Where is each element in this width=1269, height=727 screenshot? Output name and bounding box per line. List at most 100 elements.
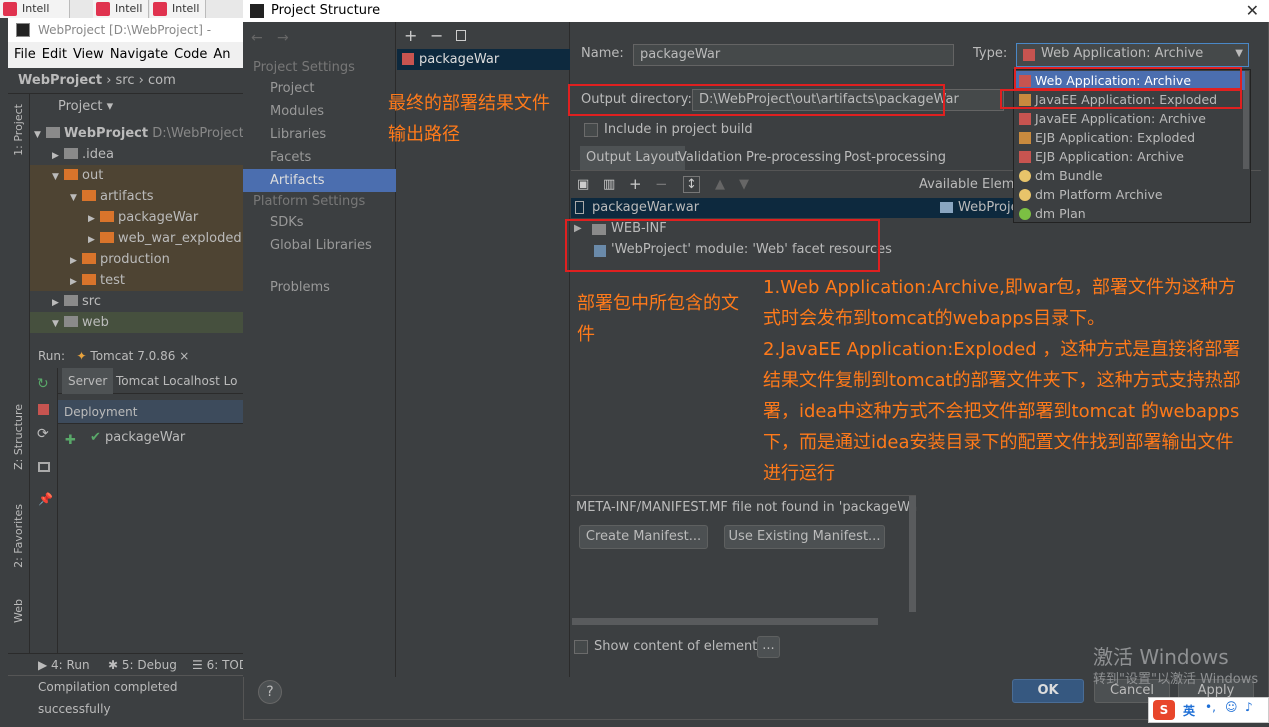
highlight-contents [565, 219, 880, 272]
annotation-output-dir: 最终的部署结果文件 输出路径 [388, 93, 550, 145]
taskbar-tab[interactable]: Intell [93, 0, 149, 18]
tab-post-processing[interactable]: Post-processing [838, 146, 952, 170]
dropdown-option[interactable]: EJB Application: Exploded [1015, 128, 1245, 147]
update-icon[interactable]: ⟳ [37, 426, 49, 442]
annotation-line: 进行运行 [763, 463, 835, 484]
mic-icon[interactable]: ♪ [1245, 700, 1253, 714]
nav-problems[interactable]: Problems [243, 276, 396, 299]
dropdown-option[interactable]: dm Platform Archive [1015, 185, 1245, 204]
remove-icon[interactable]: − [655, 175, 668, 193]
ok-button[interactable]: OK [1012, 679, 1084, 703]
create-manifest-button[interactable]: Create Manifest... [579, 525, 708, 549]
down-icon[interactable]: ▼ [739, 177, 749, 192]
tool-tab-run[interactable]: ▶ 4: Run [38, 654, 90, 676]
menu-file[interactable]: File [14, 47, 36, 62]
tree-node[interactable]: ▶ .idea [30, 144, 243, 165]
menu-view[interactable]: View [73, 47, 104, 62]
nav-modules[interactable]: Modules [243, 100, 396, 123]
sogou-icon[interactable]: S [1153, 700, 1175, 720]
menu-navigate[interactable]: Navigate [110, 47, 168, 62]
archive-icon[interactable]: ▥ [603, 177, 615, 192]
tab-validation[interactable]: Validation [672, 146, 748, 170]
annotation-line: 2.JavaEE Application:Exploded ，这种方式是直接将部… [763, 339, 1241, 360]
close-icon[interactable]: ✕ [1246, 0, 1259, 22]
tool-tab-project[interactable]: 1: Project [12, 104, 25, 156]
tomcat-icon: ✦ [76, 349, 87, 363]
breadcrumb-item[interactable]: com [148, 73, 176, 88]
tab-server[interactable]: Server [62, 368, 114, 394]
stop-icon[interactable] [38, 404, 49, 415]
tool-tab-web[interactable]: Web [12, 599, 25, 623]
tool-tab-favorites[interactable]: 2: Favorites [12, 504, 25, 568]
add-icon[interactable]: + [404, 26, 417, 45]
show-content-checkbox[interactable] [574, 640, 588, 654]
tree-node[interactable]: ▼ out [30, 165, 243, 186]
highlight-exploded-option [1000, 89, 1242, 109]
dropdown-option[interactable]: JavaEE Application: Archive [1015, 109, 1245, 128]
include-build-checkbox[interactable] [584, 123, 598, 137]
breadcrumb-item[interactable]: src [116, 73, 135, 88]
taskbar-tab[interactable]: Intell [150, 0, 206, 18]
dropdown-option[interactable]: dm Bundle [1015, 166, 1245, 185]
new-folder-icon[interactable]: ▣ [577, 177, 589, 192]
taskbar-tab[interactable]: Intell [0, 0, 70, 18]
tab-pre-processing[interactable]: Pre-processing [740, 146, 847, 170]
run-config-tab[interactable]: Tomcat 7.0.86 [90, 349, 175, 363]
nav-global-libraries[interactable]: Global Libraries [243, 234, 396, 257]
pin-icon[interactable]: 📌 [38, 492, 53, 506]
project-panel-header[interactable]: Project ▾ [30, 94, 243, 120]
dm-plan-icon [1019, 208, 1031, 220]
dropdown-option[interactable]: dm Plan [1015, 204, 1245, 223]
emoji-icon[interactable]: ☺ [1225, 700, 1238, 714]
tree-node[interactable]: ▶ test [30, 270, 243, 291]
punct-icon[interactable]: •, [1205, 700, 1216, 714]
manifest-message: META-INF/MANIFEST.MF file not found in '… [576, 500, 918, 515]
menu-edit[interactable]: Edit [42, 47, 67, 62]
tree-node[interactable]: ▶ packageWar [30, 207, 243, 228]
layout-icon[interactable] [38, 462, 50, 472]
run-toolbar: ↻ ⟳ 📌 [30, 368, 58, 653]
nav-artifacts[interactable]: Artifacts [243, 169, 396, 192]
highlight-output-dir [568, 84, 945, 116]
nav-sdks[interactable]: SDKs [243, 211, 396, 234]
ime-lang[interactable]: 英 [1183, 702, 1195, 719]
nav-project[interactable]: Project [243, 77, 396, 100]
intellij-icon [96, 2, 110, 16]
add-icon[interactable]: + [629, 175, 642, 193]
tab-tomcat-log[interactable]: Tomcat Localhost Lo [116, 368, 237, 394]
back-arrow-icon[interactable]: ← [251, 30, 263, 46]
tool-tab-structure[interactable]: Z: Structure [12, 404, 25, 470]
sort-icon[interactable]: ↕ [683, 176, 700, 193]
tree-node[interactable]: ▶ production [30, 249, 243, 270]
use-existing-manifest-button[interactable]: Use Existing Manifest... [724, 525, 885, 549]
breadcrumb-item[interactable]: WebProject [18, 73, 102, 88]
menu-code[interactable]: Code [174, 47, 207, 62]
copy-icon[interactable] [456, 30, 466, 41]
vertical-scrollbar[interactable] [909, 496, 916, 612]
show-content-options-button[interactable]: ... [757, 636, 780, 658]
deployment-item[interactable]: ✔ packageWar [90, 428, 185, 448]
help-button[interactable]: ? [258, 680, 282, 704]
rerun-icon[interactable]: ↻ [37, 376, 49, 392]
deploy-icon[interactable]: ✚ [65, 433, 76, 448]
tree-node[interactable]: ▼ artifacts [30, 186, 243, 207]
type-select[interactable]: Web Application: Archive ▼ [1016, 43, 1249, 67]
tool-tab-todo[interactable]: ☰ 6: TOD [192, 654, 248, 676]
tree-node[interactable]: ▶ web_war_exploded [30, 228, 243, 249]
nav-facets[interactable]: Facets [243, 146, 396, 169]
tool-tab-debug[interactable]: ✱ 5: Debug [108, 654, 177, 676]
tree-node[interactable]: ▼ WebProject D:\WebProject [30, 123, 243, 144]
dm-icon [1019, 170, 1031, 182]
forward-arrow-icon[interactable]: → [277, 30, 289, 46]
dropdown-option[interactable]: EJB Application: Archive [1015, 147, 1245, 166]
horizontal-scrollbar[interactable] [572, 618, 878, 625]
menu-analyze[interactable]: An [213, 47, 230, 62]
nav-libraries[interactable]: Libraries [243, 123, 396, 146]
tree-node[interactable]: ▶ src [30, 291, 243, 312]
tree-node[interactable]: ▼ web [30, 312, 243, 333]
artifact-item[interactable]: packageWar [397, 49, 570, 70]
remove-icon[interactable]: − [430, 26, 443, 45]
up-icon[interactable]: ▲ [715, 177, 725, 192]
tab-output-layout[interactable]: Output Layout [580, 146, 686, 170]
name-field[interactable]: packageWar [633, 44, 954, 66]
